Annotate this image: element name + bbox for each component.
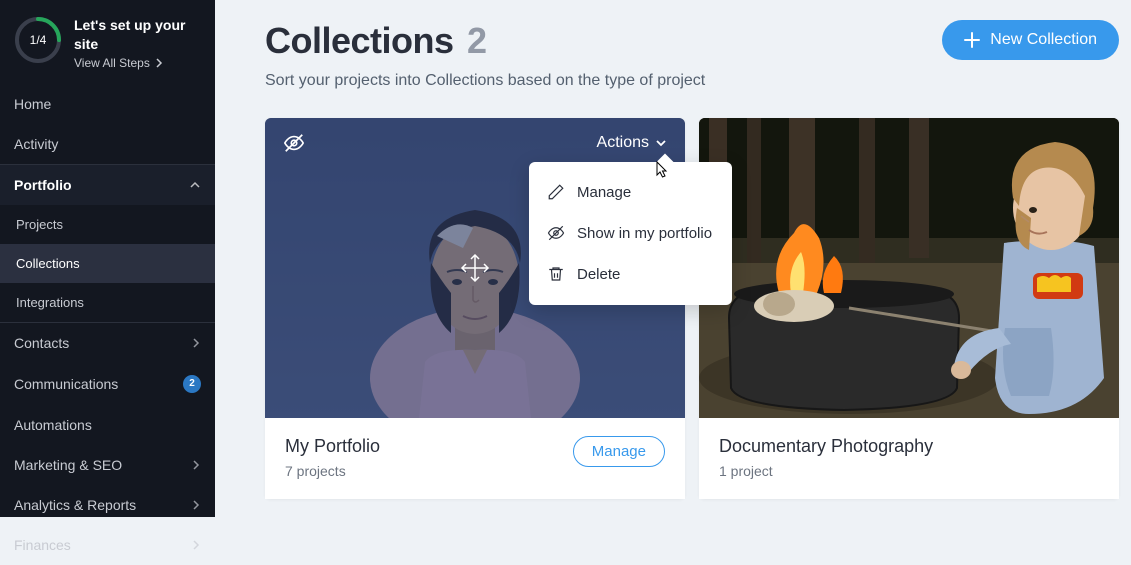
eye-off-icon: [547, 224, 565, 242]
sidebar: 1/4 Let's set up your site View All Step…: [0, 0, 215, 517]
plus-icon: [964, 32, 980, 48]
sidebar-item-label: Automations: [14, 417, 92, 433]
sidebar-item-projects[interactable]: Projects: [0, 205, 215, 244]
chevron-up-icon: [189, 179, 201, 191]
new-collection-button[interactable]: New Collection: [942, 20, 1119, 60]
sidebar-item-finances[interactable]: Finances: [0, 525, 215, 565]
progress-count: 1/4: [14, 16, 62, 64]
sidebar-item-label: Projects: [16, 217, 63, 232]
sidebar-item-communications[interactable]: Communications 2: [0, 363, 215, 405]
chevron-down-icon: [655, 137, 667, 149]
sidebar-item-integrations[interactable]: Integrations: [0, 283, 215, 322]
sidebar-item-contacts[interactable]: Contacts: [0, 323, 215, 363]
sidebar-item-label: Marketing & SEO: [14, 457, 122, 473]
collection-subtitle: 7 projects: [285, 463, 380, 479]
view-all-steps-link[interactable]: View All Steps: [74, 56, 164, 70]
collection-card[interactable]: Actions Manage: [265, 118, 685, 499]
sidebar-item-label: Collections: [16, 256, 80, 271]
page-title: Collections 2: [265, 20, 705, 62]
collection-card[interactable]: Documentary Photography 1 project: [699, 118, 1119, 499]
dropdown-item-label: Manage: [577, 182, 631, 203]
collection-cover: [699, 118, 1119, 418]
sidebar-item-label: Home: [14, 96, 51, 112]
dropdown-item-manage[interactable]: Manage: [529, 172, 732, 213]
sidebar-item-portfolio[interactable]: Portfolio: [0, 165, 215, 205]
manage-button[interactable]: Manage: [573, 436, 665, 467]
page-title-text: Collections: [265, 20, 454, 61]
sidebar-item-label: Finances: [14, 537, 71, 553]
collections-count: 2: [467, 20, 487, 61]
view-steps-label: View All Steps: [74, 56, 150, 70]
cover-illustration: [699, 118, 1119, 418]
new-collection-label: New Collection: [990, 31, 1097, 49]
pencil-icon: [547, 183, 565, 201]
actions-dropdown: Manage Show in my portfolio: [529, 162, 732, 305]
dropdown-item-label: Show in my portfolio: [577, 223, 712, 244]
move-icon[interactable]: [460, 253, 490, 283]
dropdown-item-label: Delete: [577, 264, 620, 285]
actions-dropdown-trigger[interactable]: Actions: [597, 134, 667, 152]
setup-progress-box: 1/4 Let's set up your site View All Step…: [0, 0, 215, 84]
progress-ring: 1/4: [14, 16, 62, 64]
sidebar-item-activity[interactable]: Activity: [0, 124, 215, 164]
sidebar-item-automations[interactable]: Automations: [0, 405, 215, 445]
sidebar-item-label: Portfolio: [14, 177, 72, 193]
collection-title: Documentary Photography: [719, 436, 933, 457]
setup-title: Let's set up your site: [74, 16, 201, 54]
cursor-icon: [651, 160, 671, 182]
chevron-right-icon: [191, 338, 201, 348]
sidebar-item-label: Integrations: [16, 295, 84, 310]
chevron-right-icon: [154, 58, 164, 68]
chevron-right-icon: [191, 460, 201, 470]
page-subtitle: Sort your projects into Collections base…: [265, 72, 705, 90]
chevron-right-icon: [191, 540, 201, 550]
sidebar-item-label: Activity: [14, 136, 58, 152]
sidebar-item-home[interactable]: Home: [0, 84, 215, 124]
collection-subtitle: 1 project: [719, 463, 933, 479]
sidebar-item-analytics[interactable]: Analytics & Reports: [0, 485, 215, 525]
sidebar-item-marketing[interactable]: Marketing & SEO: [0, 445, 215, 485]
sidebar-item-label: Communications: [14, 376, 118, 392]
communications-badge: 2: [183, 375, 201, 393]
sidebar-item-label: Analytics & Reports: [14, 497, 136, 513]
chevron-right-icon: [191, 500, 201, 510]
trash-icon: [547, 265, 565, 283]
main-content: Collections 2 Sort your projects into Co…: [215, 0, 1131, 517]
collection-title: My Portfolio: [285, 436, 380, 457]
hidden-icon: [283, 132, 305, 154]
sidebar-item-label: Contacts: [14, 335, 69, 351]
actions-label: Actions: [597, 134, 649, 152]
dropdown-item-show[interactable]: Show in my portfolio: [529, 213, 732, 254]
sidebar-item-collections[interactable]: Collections: [0, 244, 215, 283]
dropdown-item-delete[interactable]: Delete: [529, 254, 732, 295]
collection-cover: Actions Manage: [265, 118, 685, 418]
